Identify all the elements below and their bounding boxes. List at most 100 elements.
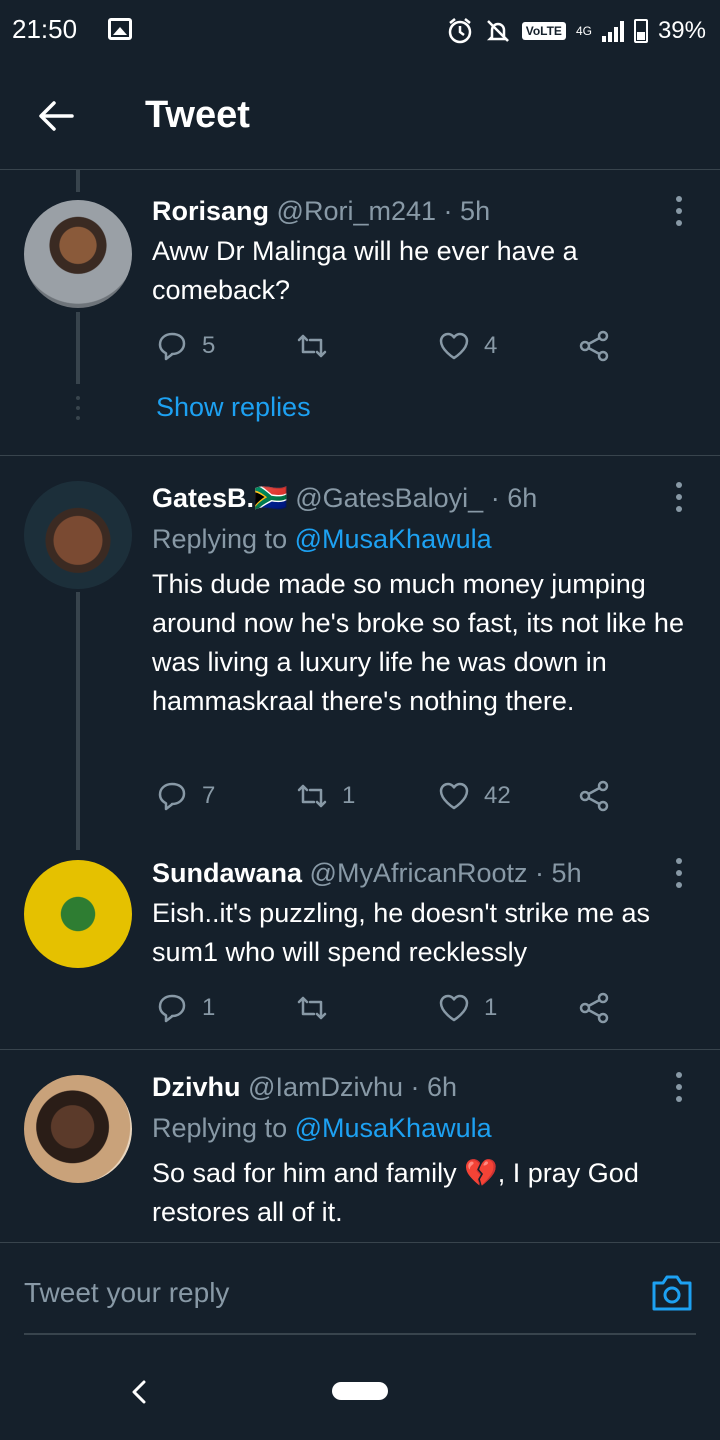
reply-button[interactable]: 7 (154, 778, 215, 814)
user-handle[interactable]: @Rori_m241 (277, 196, 436, 226)
replying-prefix: Replying to (152, 1113, 288, 1143)
display-name[interactable]: Sundawana (152, 858, 302, 888)
tweet-text: This dude made so much money jumping aro… (152, 569, 684, 716)
status-icons: VoLTE 4G 39% (446, 14, 706, 48)
share-icon (579, 330, 609, 362)
flag-emoji: 🇿🇦 (254, 483, 288, 513)
tweet-text: Eish..it's puzzling, he doesn't strike m… (152, 898, 651, 967)
replying-prefix: Replying to (152, 524, 288, 554)
tweet-text: So sad for him and family 💔, I pray God … (152, 1154, 692, 1232)
avatar[interactable] (24, 860, 132, 968)
retweet-icon (297, 784, 327, 808)
share-button[interactable] (576, 328, 612, 364)
divider (0, 455, 720, 456)
more-options-icon[interactable] (674, 482, 684, 512)
avatar[interactable] (24, 200, 132, 308)
share-icon (579, 780, 609, 812)
avatar[interactable] (24, 1075, 132, 1183)
like-count: 42 (484, 782, 511, 809)
separator-dot: · (410, 1072, 420, 1102)
signal-icon (601, 20, 624, 42)
show-replies-link[interactable]: Show replies (156, 392, 311, 423)
retweet-icon (297, 334, 327, 358)
heart-icon (439, 332, 469, 360)
mention-link[interactable]: @MusaKhawula (295, 1113, 492, 1143)
retweet-button[interactable]: 1 (294, 778, 355, 814)
retweet-button[interactable] (294, 328, 330, 364)
tweet-header: GatesB.🇿🇦 @GatesBaloyi_ · 6h (152, 482, 537, 514)
thread-ellipsis (74, 396, 82, 420)
broken-heart-emoji: 💔 (464, 1158, 498, 1188)
share-button[interactable] (576, 990, 612, 1026)
alarm-icon (448, 18, 471, 44)
retweet-icon (297, 996, 327, 1020)
tweet-header: Dzivhu @IamDzivhu · 6h (152, 1072, 457, 1103)
tweet-header: Sundawana @MyAfricanRootz · 5h (152, 858, 582, 889)
reply-button[interactable]: 1 (154, 990, 215, 1026)
like-button[interactable]: 4 (436, 328, 497, 364)
tweet-actions: 5 4 (152, 328, 632, 368)
reply-button[interactable]: 5 (154, 328, 215, 364)
status-time: 21:50 (12, 14, 78, 44)
like-button[interactable]: 42 (436, 778, 511, 814)
user-handle[interactable]: @IamDzivhu (248, 1072, 403, 1102)
nav-home-pill[interactable] (332, 1382, 388, 1400)
user-handle[interactable]: @MyAfricanRootz (310, 858, 528, 888)
heart-icon (439, 782, 469, 810)
heart-icon (439, 994, 469, 1022)
nav-back-icon[interactable] (128, 1378, 150, 1406)
more-options-icon[interactable] (674, 1072, 684, 1102)
volte-badge: VoLTE (521, 22, 566, 40)
tweet-actions: 7 1 42 (152, 778, 632, 818)
more-options-icon[interactable] (674, 196, 684, 226)
more-options-icon[interactable] (674, 858, 684, 888)
status-bar: 21:50 VoLTE 4G 39% (0, 0, 720, 64)
reply-input-underline (24, 1333, 696, 1335)
like-count: 4 (484, 332, 498, 359)
battery-icon (633, 19, 648, 43)
reply-icon (158, 332, 186, 361)
tweet-time: 5h (551, 858, 582, 888)
reply-input[interactable]: Tweet your reply (24, 1277, 229, 1309)
tweet-time: 5h (460, 196, 491, 226)
reply-icon (158, 994, 186, 1023)
mention-link[interactable]: @MusaKhawula (295, 524, 492, 554)
reply-count: 7 (202, 782, 216, 809)
tweet-time: 6h (507, 483, 538, 513)
top-bar: Tweet (0, 64, 720, 170)
thread-line (76, 312, 80, 384)
separator-dot: · (490, 483, 500, 513)
thread-line (76, 170, 80, 192)
back-arrow-icon[interactable] (32, 92, 80, 140)
display-name[interactable]: Dzivhu (152, 1072, 241, 1102)
replying-to: Replying to @MusaKhawula (152, 524, 492, 555)
replying-to: Replying to @MusaKhawula (152, 1113, 492, 1144)
page-title: Tweet (145, 94, 250, 136)
like-button[interactable]: 1 (436, 990, 497, 1026)
display-name[interactable]: GatesB. (152, 483, 254, 513)
tweet-time: 6h (427, 1072, 458, 1102)
reply-count: 5 (202, 332, 216, 359)
tweet-text-start: So sad for him and family (152, 1158, 465, 1188)
notifications-off-icon (486, 20, 509, 42)
share-button[interactable] (576, 778, 612, 814)
reply-icon (158, 782, 186, 811)
avatar[interactable] (24, 481, 132, 589)
system-nav-bar (0, 1340, 720, 1440)
user-handle[interactable]: @GatesBaloyi_ (295, 483, 483, 513)
battery-percent: 39% (657, 17, 706, 44)
retweet-button[interactable] (294, 990, 330, 1026)
divider (0, 1049, 720, 1050)
network-label: 4G (575, 24, 592, 38)
reply-count: 1 (202, 994, 216, 1021)
share-icon (579, 992, 609, 1024)
display-name[interactable]: Rorisang (152, 196, 269, 226)
like-count: 1 (484, 994, 498, 1021)
camera-icon[interactable] (650, 1273, 694, 1313)
retweet-count: 1 (342, 782, 356, 809)
reply-composer: Tweet your reply (0, 1242, 720, 1335)
separator-dot: · (443, 196, 453, 226)
thread-line (76, 592, 80, 850)
gallery-icon (108, 18, 132, 40)
separator-dot: · (535, 858, 545, 888)
